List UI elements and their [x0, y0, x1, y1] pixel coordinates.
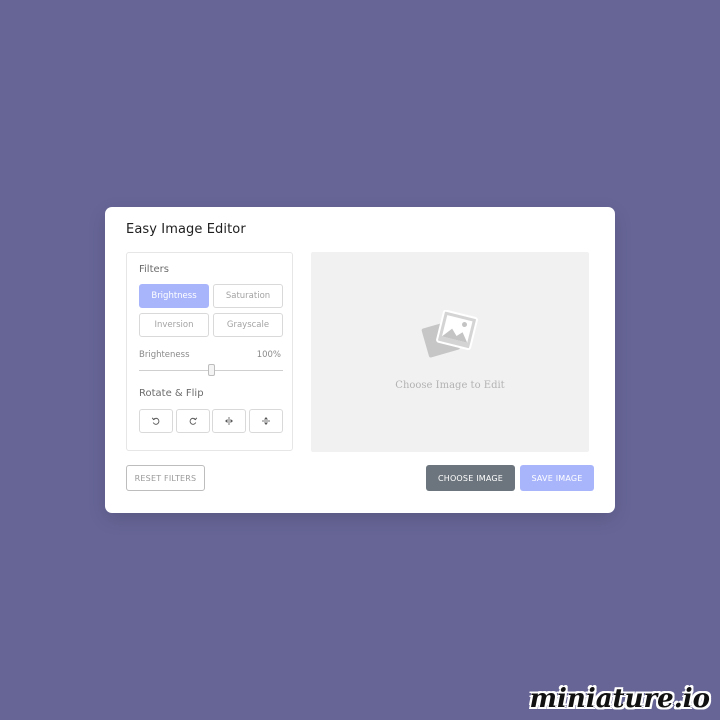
page: Easy Image Editor Filters Brightness Sat… — [0, 0, 720, 720]
rotate-left-button[interactable] — [139, 409, 173, 433]
preview-placeholder-text: Choose Image to Edit — [395, 380, 505, 391]
slider-thumb[interactable] — [207, 364, 215, 376]
rotate-left-icon — [151, 416, 161, 426]
filters-label: Filters — [139, 264, 169, 275]
page-title: Easy Image Editor — [126, 222, 246, 237]
reset-filters-button[interactable]: RESET FILTERS — [126, 465, 205, 491]
editor-card: Easy Image Editor Filters Brightness Sat… — [105, 207, 615, 513]
filter-saturation-button[interactable]: Saturation — [213, 284, 283, 308]
filter-brightness-button[interactable]: Brightness — [139, 284, 209, 308]
flip-horizontal-button[interactable] — [212, 409, 246, 433]
rotate-flip-label: Rotate & Flip — [139, 388, 204, 399]
filters-panel: Filters Brightness Saturation Inversion … — [126, 252, 293, 451]
flip-vertical-icon — [261, 416, 271, 426]
slider-value: 100% — [256, 350, 281, 360]
rotate-right-icon — [188, 416, 198, 426]
flip-horizontal-icon — [224, 416, 234, 426]
filter-grayscale-button[interactable]: Grayscale — [213, 313, 283, 337]
rotate-right-button[interactable] — [176, 409, 210, 433]
image-placeholder-icon — [421, 309, 479, 366]
save-image-button[interactable]: SAVE IMAGE — [520, 465, 594, 491]
choose-image-button[interactable]: CHOOSE IMAGE — [426, 465, 515, 491]
image-preview-area: Choose Image to Edit — [311, 252, 589, 452]
filter-inversion-button[interactable]: Inversion — [139, 313, 209, 337]
flip-vertical-button[interactable] — [249, 409, 283, 433]
watermark-text: miniature.io — [529, 684, 710, 714]
slider-name: Brighteness — [139, 350, 190, 360]
